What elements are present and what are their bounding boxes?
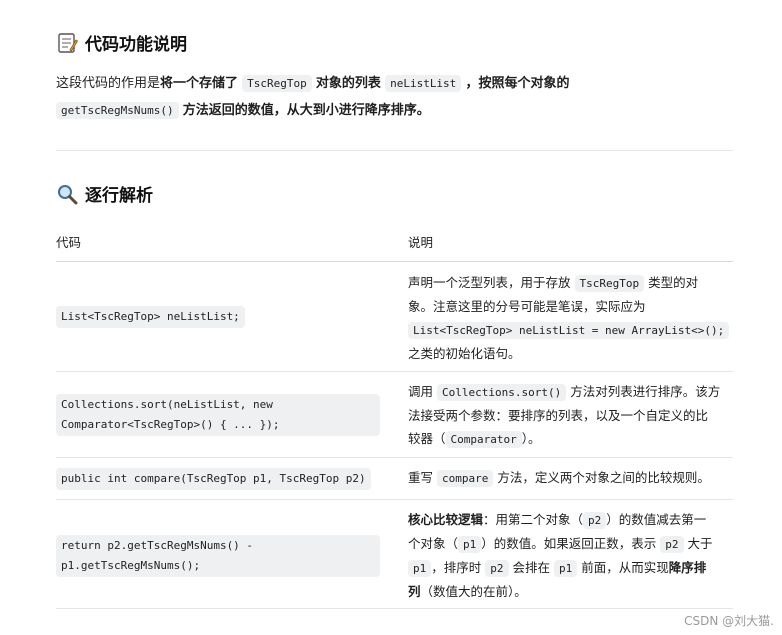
text: ）。: [521, 431, 541, 446]
text: 类型的对: [648, 275, 699, 290]
inline-code: TscRegTop: [574, 275, 645, 292]
table-row-2-description: 调用 Collections.sort() 方法对列表进行排序。该方 法接受两个…: [408, 380, 736, 451]
text: 调用: [408, 384, 434, 399]
text: 大于: [687, 536, 713, 551]
inline-code: p1: [553, 560, 578, 577]
column-header-description: 说明: [408, 235, 434, 250]
inline-code: neListList: [385, 75, 462, 92]
inline-code: compare: [437, 470, 494, 487]
text: 这段代码的作用是: [56, 76, 161, 91]
inline-code: getTscRegMsNums(): [56, 102, 179, 119]
section-heading-function: 代码功能说明: [56, 30, 187, 55]
code-snippet: List<TscRegTop> neListList;: [56, 306, 245, 328]
section-title: 逐行解析: [85, 186, 153, 206]
section-divider: [56, 150, 733, 151]
text: ，排序时: [431, 560, 482, 575]
code-snippet: Collections.sort(neListList, new Compara…: [56, 394, 380, 436]
text: 重写: [408, 470, 434, 485]
inline-code: Comparator: [445, 431, 522, 448]
text: 声明一个泛型列表，用于存放: [408, 275, 571, 290]
inline-code: Collections.sort(): [437, 384, 567, 401]
bold-text: 方法返回的数值，从大到小进行降序排序。: [182, 103, 430, 118]
magnifier-icon: [56, 183, 78, 205]
bold-text: 列: [408, 584, 421, 599]
text: 方法对列表进行排序。该方: [570, 384, 721, 399]
row-divider: [56, 371, 733, 372]
bold-text: 降序排: [668, 560, 707, 575]
bold-text: 将一个存储了: [160, 76, 239, 91]
bold-text: ，按照每个对象的: [465, 76, 570, 91]
text: 会排在: [512, 560, 550, 575]
text: 个对象（: [408, 536, 459, 551]
code-snippet: return p2.getTscRegMsNums() - p1.getTscR…: [56, 535, 380, 577]
watermark: CSDN @刘大猫.: [684, 614, 774, 628]
text: ）的数值减去第一: [606, 512, 707, 527]
inline-code: p2: [583, 512, 607, 529]
inline-code: p2: [485, 560, 509, 577]
column-header-code: 代码: [56, 235, 82, 250]
inline-code: TscRegTop: [242, 75, 312, 92]
table-row-1-code: List<TscRegTop> neListList;: [56, 306, 245, 328]
text: 象。注意这里的分号可能是笔误，实际应为: [408, 299, 646, 314]
memo-icon: [56, 32, 79, 54]
text: （数值大的在前）。: [420, 584, 527, 599]
text: 法接受两个参数：要排序的列表，以及一个自定义的比: [408, 408, 709, 423]
code-snippet: public int compare(TscRegTop p1, TscRegT…: [56, 468, 371, 490]
text: ）的数值。如果返回正数，表示: [481, 536, 657, 551]
text: 之类的初始化语句。: [408, 346, 521, 361]
table-row-3-description: 重写 compare 方法，定义两个对象之间的比较规则。: [408, 466, 736, 490]
inline-code: List<TscRegTop> neListList = new ArrayLi…: [408, 322, 730, 339]
table-row-2-code: Collections.sort(neListList, new Compara…: [56, 394, 380, 436]
bold-text: 对象的列表: [315, 76, 381, 91]
table-row-1-description: 声明一个泛型列表，用于存放 TscRegTop 类型的对 象。注意这里的分号可能…: [408, 271, 736, 365]
section-title: 代码功能说明: [85, 35, 187, 55]
table-row-4-description: 核心比较逻辑：用第二个对象（ p2 ）的数值减去第一 个对象（ p1 ）的数值。如果返回…: [408, 508, 736, 603]
function-description: 这段代码的作用是将一个存储了 TscRegTop 对象的列表 neListLis…: [56, 70, 736, 124]
table-row-4-code: return p2.getTscRegMsNums() - p1.getTscR…: [56, 535, 380, 577]
inline-code: p1: [458, 536, 482, 553]
row-divider: [56, 457, 733, 458]
text: 较器（: [408, 431, 446, 446]
text: 前面，从而实现: [581, 560, 669, 575]
row-divider: [56, 499, 733, 500]
section-heading-line-analysis: 逐行解析: [56, 181, 153, 206]
text: ：用第二个对象（: [483, 512, 584, 527]
text: 方法，定义两个对象之间的比较规则。: [497, 470, 710, 485]
row-divider: [56, 608, 733, 609]
bold-text: 核心比较逻辑: [408, 512, 484, 527]
table-row-3-code: public int compare(TscRegTop p1, TscRegT…: [56, 468, 371, 490]
inline-code: p1: [408, 560, 432, 577]
inline-code: p2: [660, 536, 684, 553]
table-header-divider: [56, 261, 733, 262]
